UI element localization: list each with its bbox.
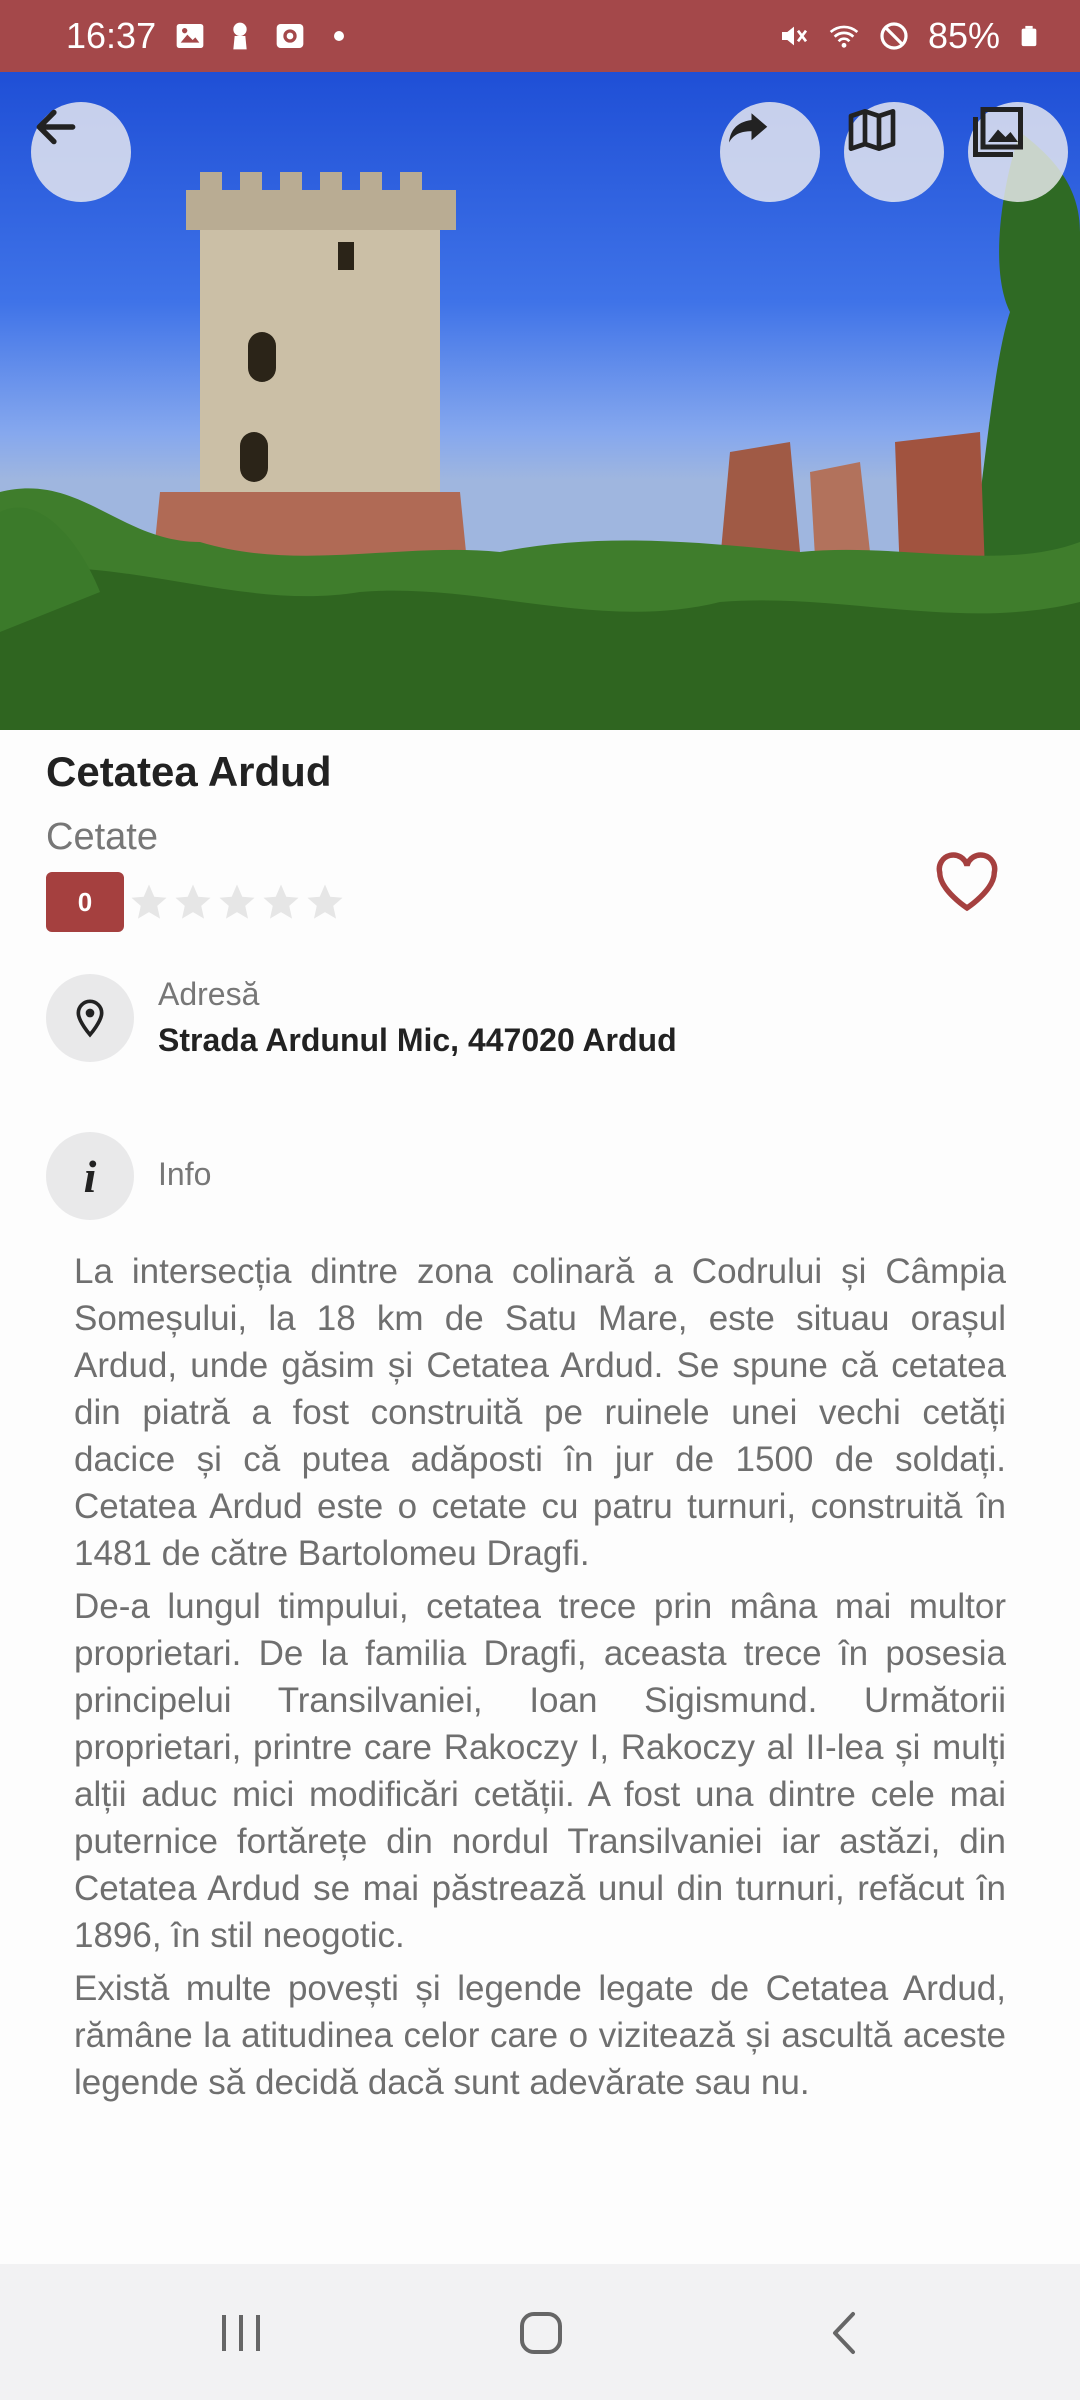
place-title: Cetatea Ardud: [46, 748, 332, 795]
star-icon[interactable]: [216, 881, 258, 923]
place-category: Cetate: [46, 816, 158, 858]
gallery-icon: [176, 24, 204, 48]
recents-icon: [222, 2315, 260, 2351]
address-value[interactable]: Strada Ardunul Mic, 447020 Ardud: [158, 1022, 677, 1059]
address-label: Adresă: [158, 976, 260, 1012]
status-right: 85%: [778, 15, 1040, 57]
info-icon-circle: i: [46, 1132, 134, 1220]
info-label: Info: [158, 1156, 212, 1192]
system-nav-bar: [0, 2264, 1080, 2400]
location-icon-circle: [46, 974, 134, 1062]
status-bar: 16:37 85%: [0, 0, 1080, 72]
hero-photo: [0, 72, 1080, 730]
keyhole-icon: [233, 22, 247, 50]
back-arrow-icon: [36, 109, 76, 145]
gallery-button[interactable]: [968, 102, 1068, 202]
map-icon: [848, 109, 896, 152]
notification-dot: [334, 31, 345, 41]
battery-percent: 85%: [927, 15, 1000, 56]
info-description: La intersecția dintre zona colinară a Co…: [74, 1248, 1006, 2112]
wifi-icon: [829, 25, 859, 48]
rating-row: 0: [46, 872, 348, 932]
recents-button[interactable]: [206, 2298, 276, 2368]
star-icon[interactable]: [260, 881, 302, 923]
description-paragraph: La intersecția dintre zona colinară a Co…: [74, 1252, 1006, 1573]
star-rating[interactable]: [128, 881, 348, 923]
battery-icon: [1021, 25, 1037, 47]
rating-badge: 0: [46, 872, 124, 932]
home-icon: [520, 2312, 562, 2354]
home-button[interactable]: [506, 2298, 576, 2368]
gallery-icon: [973, 107, 1023, 157]
share-icon: [729, 113, 768, 143]
nav-back-button[interactable]: [810, 2298, 880, 2368]
star-icon[interactable]: [172, 881, 214, 923]
star-icon[interactable]: [128, 881, 170, 923]
map-button[interactable]: [844, 102, 944, 202]
back-icon: [833, 2312, 855, 2354]
location-pin-icon: [76, 999, 104, 1038]
mute-icon: [781, 26, 808, 46]
back-button[interactable]: [31, 102, 131, 202]
info-icon: i: [83, 1150, 97, 1202]
share-button[interactable]: [720, 102, 820, 202]
status-time: 16:37: [66, 15, 157, 56]
description-paragraph: Există multe povești și legende legate d…: [74, 1969, 1006, 2102]
dnd-icon: [880, 22, 908, 50]
camera-icon: [276, 24, 304, 48]
description-paragraph: De-a lungul timpului, cetatea trece prin…: [74, 1587, 1006, 1955]
star-icon[interactable]: [304, 881, 346, 923]
status-left: 16:37: [66, 15, 345, 57]
favorite-heart-icon[interactable]: [934, 852, 1000, 912]
